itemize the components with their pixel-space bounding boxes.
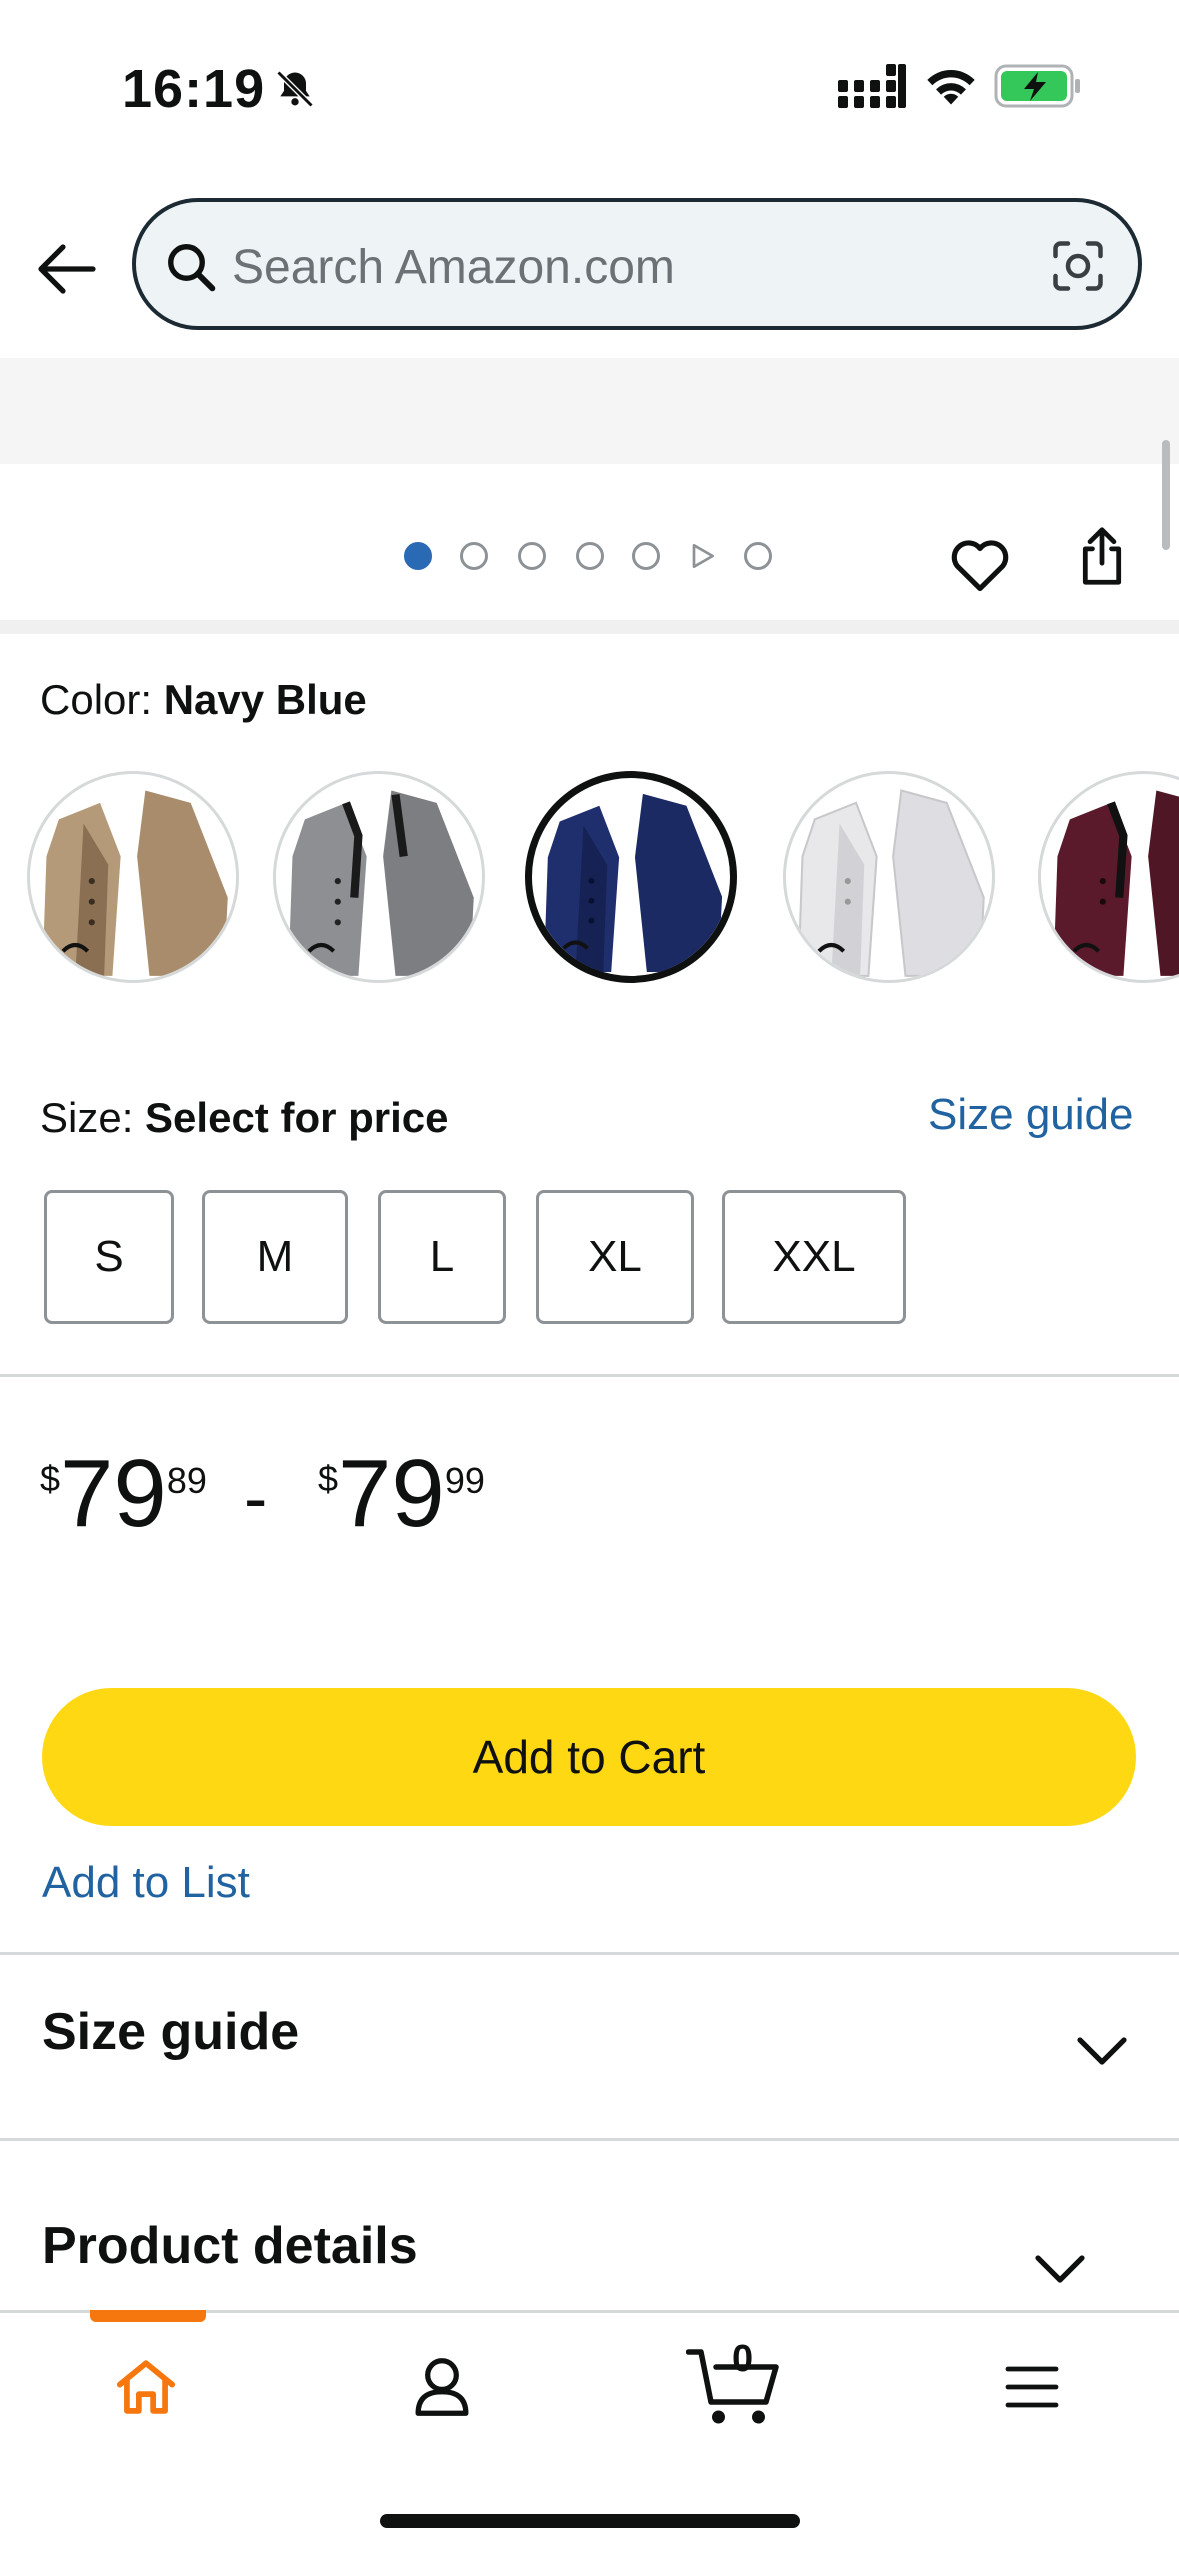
color-value: Navy Blue <box>163 676 367 723</box>
nav-account[interactable] <box>382 2322 502 2452</box>
gallery-dot[interactable] <box>506 530 558 582</box>
color-label-prefix: Color: <box>40 676 164 723</box>
price-low: $ 79 89 <box>40 1446 207 1542</box>
divider <box>0 2138 1179 2141</box>
size-option-xl[interactable]: XL <box>536 1190 694 1324</box>
search-input[interactable] <box>232 238 712 296</box>
battery-charging-icon <box>994 62 1082 110</box>
play-icon <box>692 544 714 568</box>
chevron-down-icon[interactable] <box>1024 2234 1096 2306</box>
wifi-icon <box>922 58 980 110</box>
nav-home[interactable] <box>86 2322 206 2452</box>
size-option-s[interactable]: S <box>44 1190 174 1324</box>
size-guide-section-title[interactable]: Size guide <box>42 2002 299 2062</box>
search-icon[interactable] <box>160 232 222 302</box>
price-low-symbol: $ <box>40 1458 61 1499</box>
back-arrow-icon[interactable] <box>30 232 104 306</box>
color-swatch-white[interactable] <box>774 766 1004 988</box>
divider <box>0 1374 1179 1377</box>
bell-slash-icon <box>273 67 317 111</box>
color-swatch-navy-blue[interactable] <box>516 766 746 988</box>
banner-area <box>0 358 1179 464</box>
gallery-dot[interactable] <box>620 530 672 582</box>
gallery-dot[interactable] <box>448 530 500 582</box>
time-text: 16:19 <box>122 59 266 119</box>
add-to-list-link[interactable]: Add to List <box>42 1858 250 1908</box>
add-to-cart-button[interactable]: Add to Cart <box>42 1688 1136 1826</box>
scrollbar[interactable] <box>1162 440 1170 550</box>
jacket-image-white <box>797 789 985 977</box>
camera-scan-icon[interactable] <box>1038 226 1118 306</box>
size-value: Select for price <box>145 1094 449 1141</box>
size-option-l[interactable]: L <box>378 1190 506 1324</box>
cart-count: 0 <box>732 2338 754 2380</box>
active-tab-indicator <box>90 2310 206 2322</box>
size-option-m[interactable]: M <box>202 1190 348 1324</box>
person-icon <box>415 2358 469 2416</box>
size-option-xxl[interactable]: XXL <box>722 1190 906 1324</box>
nav-menu[interactable] <box>972 2322 1092 2452</box>
heart-wishlist-icon[interactable] <box>932 512 1028 616</box>
price-low-fraction: 89 <box>166 1460 207 1501</box>
home-icon <box>116 2360 176 2414</box>
gallery-dot[interactable] <box>732 530 784 582</box>
product-details-section-title[interactable]: Product details <box>42 2216 418 2276</box>
size-guide-link[interactable]: Size guide <box>928 1090 1133 1140</box>
size-label: Size: Select for price <box>40 1094 449 1142</box>
gallery-dot-active[interactable] <box>392 530 444 582</box>
jacket-image-burgundy <box>1053 790 1179 976</box>
status-time: 16:19 <box>122 58 317 120</box>
color-swatch-gray[interactable] <box>264 766 494 988</box>
chevron-down-icon[interactable] <box>1066 2016 1138 2088</box>
jacket-image-gray <box>288 790 474 976</box>
home-indicator-bar <box>380 2514 800 2528</box>
hamburger-menu-icon <box>1005 2366 1059 2408</box>
nav-cart[interactable]: 0 <box>680 2322 792 2452</box>
price-high: $ 79 99 <box>318 1446 485 1542</box>
share-icon[interactable] <box>1060 508 1144 604</box>
gallery-video-dot[interactable] <box>676 530 728 582</box>
color-label: Color: Navy Blue <box>40 676 367 724</box>
size-label-prefix: Size: <box>40 1094 146 1141</box>
color-swatch-burgundy[interactable] <box>1024 766 1179 988</box>
gallery-dot[interactable] <box>564 530 616 582</box>
color-swatch-khaki[interactable] <box>18 766 248 988</box>
jacket-image-khaki <box>42 790 228 976</box>
jacket-image-navy-blue <box>543 793 723 973</box>
price-high-fraction: 99 <box>444 1460 485 1501</box>
price-high-symbol: $ <box>318 1458 339 1499</box>
price-separator: - <box>244 1459 268 1537</box>
price-high-whole: 79 <box>338 1440 445 1547</box>
signal-icon <box>836 62 908 110</box>
divider <box>0 1952 1179 1955</box>
section-divider <box>0 620 1179 634</box>
price-low-whole: 79 <box>60 1440 167 1547</box>
